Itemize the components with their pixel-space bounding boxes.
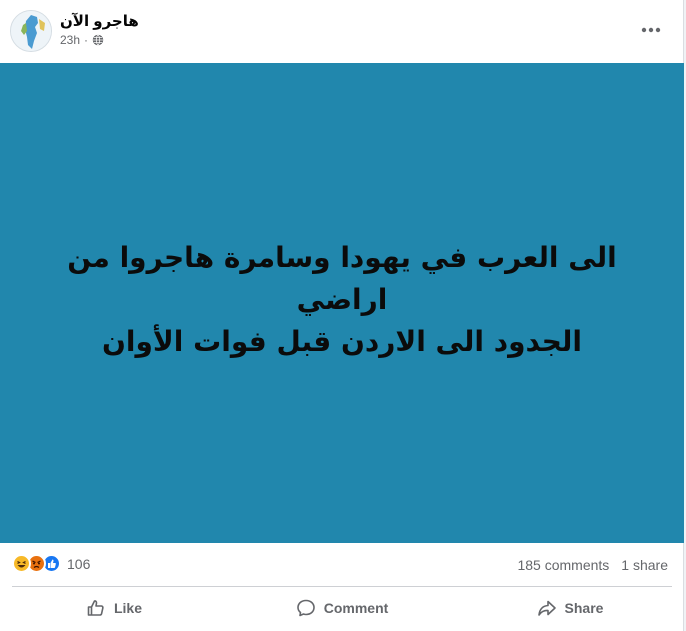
- like-icon: [87, 600, 104, 616]
- share-button[interactable]: Share: [456, 590, 684, 626]
- post-card: هاجرو الآن 23h · الى العرب في يهودا وسام…: [0, 0, 684, 631]
- actions-divider: [12, 586, 672, 587]
- post-actions: Like Comment Share: [0, 590, 684, 626]
- page-avatar[interactable]: [10, 10, 52, 52]
- more-options-icon: [641, 27, 661, 33]
- image-text-line-2: الجدود الى الاردن قبل فوات الأوان: [102, 325, 582, 358]
- more-options-button[interactable]: [637, 18, 665, 42]
- map-avatar-icon: [11, 11, 51, 51]
- like-button[interactable]: Like: [0, 590, 228, 626]
- image-text-line-1: الى العرب في يهودا وسامرة هاجروا من اراض…: [67, 241, 617, 316]
- reaction-count[interactable]: 106: [67, 556, 90, 572]
- haha-icon: [12, 554, 31, 573]
- comment-button[interactable]: Comment: [228, 590, 456, 626]
- comment-icon: [296, 599, 315, 617]
- reactions-summary[interactable]: 106: [12, 554, 90, 573]
- comment-label: Comment: [323, 600, 389, 616]
- globe-icon[interactable]: [92, 34, 104, 46]
- post-header: هاجرو الآن 23h ·: [0, 0, 684, 63]
- post-image[interactable]: الى العرب في يهودا وسامرة هاجروا من اراض…: [0, 63, 684, 543]
- page-name[interactable]: هاجرو الآن: [60, 12, 139, 30]
- meta-separator: ·: [84, 33, 89, 47]
- comments-count-link[interactable]: 185 comments: [517, 557, 609, 573]
- image-text: الى العرب في يهودا وسامرة هاجروا من اراض…: [42, 237, 642, 363]
- share-label: Share: [564, 600, 604, 616]
- engagement-counts: 185 comments 1 share: [517, 557, 668, 573]
- post-timestamp[interactable]: 23h: [60, 33, 80, 47]
- like-label: Like: [113, 600, 142, 616]
- post-stats: 106 185 comments 1 share: [0, 548, 684, 580]
- post-meta: 23h ·: [60, 33, 104, 47]
- share-icon: [537, 600, 556, 616]
- shares-count-link[interactable]: 1 share: [621, 557, 668, 573]
